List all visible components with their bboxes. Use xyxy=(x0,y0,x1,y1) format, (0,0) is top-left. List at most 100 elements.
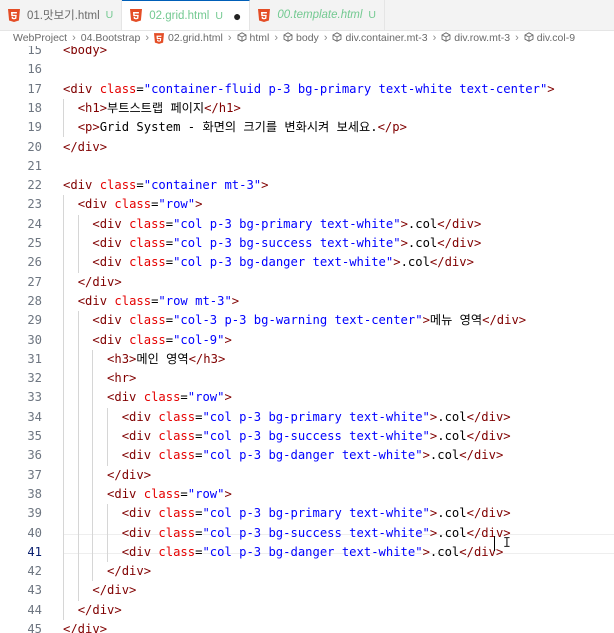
code-text: <div class="row"> xyxy=(107,486,232,501)
text-cursor xyxy=(494,536,495,551)
line-number: 38 xyxy=(27,486,42,501)
html5-icon xyxy=(8,8,20,22)
code-text: <div class="col p-3 bg-success text-whit… xyxy=(121,429,511,443)
code-line[interactable]: 21 xyxy=(0,157,614,176)
code-line[interactable]: 15 <body> xyxy=(0,46,614,60)
breadcrumb-label: body xyxy=(296,32,319,44)
line-number: 35 xyxy=(27,429,42,443)
code-line[interactable]: 28 <div class="row mt-3"> xyxy=(0,292,614,311)
code-editor[interactable]: 15 <body> 16 17 <div class="container-fluid … xyxy=(0,46,614,633)
tab-00-template-html[interactable]: 00.template.html U xyxy=(250,0,386,30)
code-line[interactable]: 24 <div class="col p-3 bg-primary text-w… xyxy=(0,215,614,234)
code-line[interactable]: 20 </div> xyxy=(0,138,614,157)
breadcrumb-item[interactable]: div.row.mt-3 xyxy=(441,31,510,45)
line-number: 21 xyxy=(27,158,42,173)
line-number: 23 xyxy=(27,197,42,212)
tab-label: 00.template.html xyxy=(277,9,363,21)
code-line[interactable]: 33 <div class="row"> xyxy=(0,388,614,407)
tab-label: 02.grid.html xyxy=(149,9,210,22)
breadcrumb-item[interactable]: div.container.mt-3 xyxy=(332,31,428,45)
code-line[interactable]: 30 <div class="col-9"> xyxy=(0,331,614,350)
line-number: 22 xyxy=(27,178,42,193)
line-number: 37 xyxy=(27,467,42,482)
code-line[interactable]: 26 <div class="col p-3 bg-danger text-wh… xyxy=(0,253,614,272)
breadcrumb-label: WebProject xyxy=(13,32,68,44)
code-line[interactable]: 31 <h3>메인 영역</h3> xyxy=(0,350,614,369)
breadcrumb-item[interactable]: 04.Bootstrap xyxy=(81,32,141,44)
html5-icon xyxy=(258,8,271,22)
code-line[interactable]: 27 </div> xyxy=(0,273,614,292)
line-number: 44 xyxy=(27,602,42,617)
line-number: 28 xyxy=(27,293,42,308)
breadcrumb-item[interactable]: body xyxy=(283,31,319,45)
mouse-ibeam-icon: I xyxy=(503,536,511,551)
breadcrumb-label: 02.grid.html xyxy=(167,32,223,44)
line-number: 27 xyxy=(27,274,42,289)
line-number: 24 xyxy=(27,216,42,231)
line-number: 43 xyxy=(27,583,42,598)
breadcrumb-item[interactable]: WebProject xyxy=(13,32,67,44)
code-line[interactable]: 44 </div> xyxy=(0,601,614,620)
line-number: 30 xyxy=(27,332,42,347)
code-line[interactable]: 34 <div class="col p-3 bg-primary text-w… xyxy=(0,408,614,427)
code-line[interactable]: 42 </div> xyxy=(0,562,614,581)
code-text: </div> xyxy=(107,467,152,482)
breadcrumb-label: html xyxy=(249,32,270,44)
line-number: 40 xyxy=(27,525,42,540)
line-number: 41 xyxy=(27,544,42,559)
line-number: 39 xyxy=(27,506,42,521)
chevron-right-icon: › xyxy=(432,32,437,44)
line-number: 16 xyxy=(27,62,42,77)
code-text: <div class="col-9"> xyxy=(92,332,232,347)
tab-01-html[interactable]: 01.맛보기.html U xyxy=(0,0,123,30)
git-status-badge: U xyxy=(368,9,377,21)
code-line[interactable]: 18 <h1>부트스트랩 페이지</h1> xyxy=(0,99,614,118)
breadcrumb: WebProject › 04.Bootstrap › 02.grid.html › htm… xyxy=(0,30,614,46)
line-number: 25 xyxy=(27,236,42,250)
chevron-right-icon: › xyxy=(323,32,328,44)
code-line[interactable]: 35 <div class="col p-3 bg-success text-w… xyxy=(0,427,614,446)
code-line[interactable]: 36 <div class="col p-3 bg-danger text-wh… xyxy=(0,446,614,465)
code-line[interactable]: 22 <div class="container mt-3"> xyxy=(0,176,614,195)
code-line[interactable]: 45 </div> xyxy=(0,620,614,633)
code-line[interactable]: 17 <div class="container-fluid p-3 bg-pri… xyxy=(0,80,614,99)
tab-02-grid-html[interactable]: 02.grid.html U ● xyxy=(122,0,251,30)
chevron-right-icon: › xyxy=(72,32,76,44)
line-number: 20 xyxy=(27,139,42,154)
code-line[interactable]: 43 </div> xyxy=(0,581,614,600)
code-text: <body> xyxy=(63,46,108,57)
unsaved-dot-icon[interactable]: ● xyxy=(233,9,241,23)
chevron-right-icon: › xyxy=(145,32,149,44)
code-text: <div class="col p-3 bg-danger text-white… xyxy=(121,544,504,559)
code-line[interactable]: 19 <p>Grid System - 화면의 크기를 변화시켜 보세요.</p… xyxy=(0,118,614,137)
code-text: <div class="container mt-3"> xyxy=(63,178,269,193)
breadcrumb-label: 04.Bootstrap xyxy=(80,32,141,44)
code-text: <div class="col p-3 bg-primary text-whit… xyxy=(121,506,511,521)
git-status-badge: U xyxy=(215,9,223,22)
cube-icon xyxy=(237,31,250,45)
code-line[interactable]: 32 <hr> xyxy=(0,369,614,388)
code-text: <div class="row"> xyxy=(77,197,203,212)
html5-icon xyxy=(130,9,143,22)
breadcrumb-item[interactable]: html xyxy=(237,31,270,45)
code-line[interactable]: 16 xyxy=(0,60,614,79)
cube-icon xyxy=(283,31,296,45)
breadcrumb-item[interactable]: 02.grid.html xyxy=(153,32,223,44)
code-line[interactable]: 29 <div class="col-3 p-3 bg-warning text… xyxy=(0,311,614,330)
html5-icon xyxy=(153,32,168,44)
code-text: <p>Grid System - 화면의 크기를 변화시켜 보세요.</p> xyxy=(77,120,407,135)
code-text: <div class="col-3 p-3 bg-warning text-ce… xyxy=(92,313,527,328)
code-text: <hr> xyxy=(107,371,137,386)
code-line[interactable]: 37 </div> xyxy=(0,466,614,485)
code-line[interactable]: 39 <div class="col p-3 bg-primary text-w… xyxy=(0,504,614,523)
code-line[interactable]: 38 <div class="row"> xyxy=(0,485,614,504)
breadcrumb-item[interactable]: div.col-9 xyxy=(524,31,575,45)
code-text: <div class="col p-3 bg-primary text-whit… xyxy=(92,216,482,231)
code-line[interactable]: 41 <div class="col p-3 bg-danger text-wh… xyxy=(0,543,614,562)
cube-icon xyxy=(332,31,345,45)
line-number: 34 xyxy=(27,409,42,424)
code-line[interactable]: 40 <div class="col p-3 bg-success text-w… xyxy=(0,524,614,543)
code-line[interactable]: 23 <div class="row"> xyxy=(0,195,614,214)
code-line[interactable]: 25 <div class="col p-3 bg-success text-w… xyxy=(0,234,614,253)
code-text: <h3>메인 영역</h3> xyxy=(107,351,226,366)
